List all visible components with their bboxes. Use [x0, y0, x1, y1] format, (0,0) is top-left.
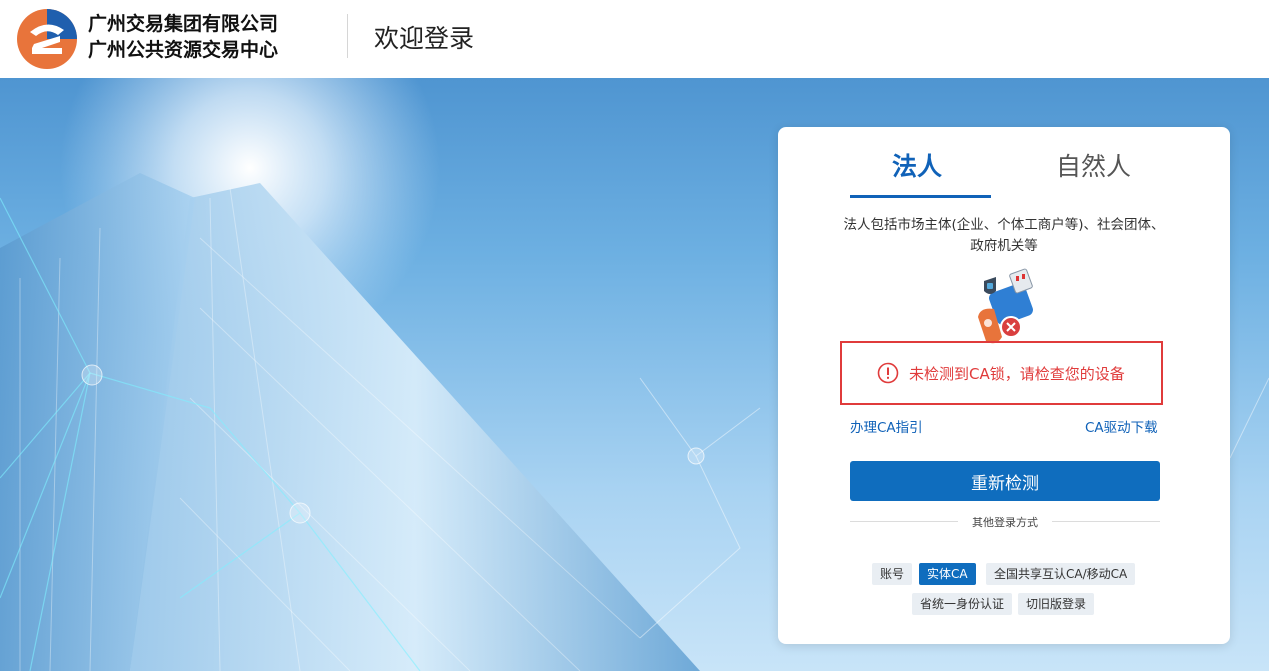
- exclamation-circle-icon: [877, 362, 899, 384]
- logo-icon: [17, 9, 77, 69]
- login-method-old-version[interactable]: 切旧版登录: [1018, 593, 1095, 615]
- ca-not-detected-alert: 未检测到CA锁，请检查您的设备: [840, 341, 1163, 405]
- other-login-methods-label: 其他登录方式: [972, 516, 1038, 529]
- login-method-entity-ca[interactable]: 实体CA: [919, 563, 976, 585]
- tab-natural-person[interactable]: 自然人: [1056, 147, 1131, 183]
- org-name-line2: 广州公共资源交易中心: [88, 39, 279, 61]
- organization-name: 广州交易集团有限公司 广州公共资源交易中心: [88, 11, 278, 63]
- login-method-national-ca[interactable]: 全国共享互认CA/移动CA: [986, 563, 1136, 585]
- login-card: 法人 自然人 法人包括市场主体(企业、个体工商户等)、社会团体、政府机关等 未检…: [778, 127, 1230, 644]
- active-tab-indicator: [850, 195, 991, 198]
- tab-legal-person[interactable]: 法人: [892, 147, 942, 183]
- org-name-line1: 广州交易集团有限公司: [88, 13, 279, 35]
- header-divider: [347, 14, 348, 58]
- welcome-title: 欢迎登录: [374, 24, 475, 53]
- header: 广州交易集团有限公司 广州公共资源交易中心 欢迎登录: [0, 0, 1269, 78]
- tab-description: 法人包括市场主体(企业、个体工商户等)、社会团体、政府机关等: [843, 217, 1165, 254]
- ca-driver-download-link[interactable]: CA驱动下载: [1085, 416, 1158, 436]
- ca-usb-key-icon: [978, 268, 1033, 344]
- login-method-provincial-id[interactable]: 省统一身份认证: [912, 593, 1013, 615]
- ca-guide-link[interactable]: 办理CA指引: [850, 416, 923, 436]
- login-method-account[interactable]: 账号: [872, 563, 913, 585]
- divider-left: [850, 521, 958, 522]
- retry-detect-button[interactable]: 重新检测: [850, 461, 1160, 501]
- alert-message: 未检测到CA锁，请检查您的设备: [909, 365, 1125, 383]
- divider-right: [1052, 521, 1160, 522]
